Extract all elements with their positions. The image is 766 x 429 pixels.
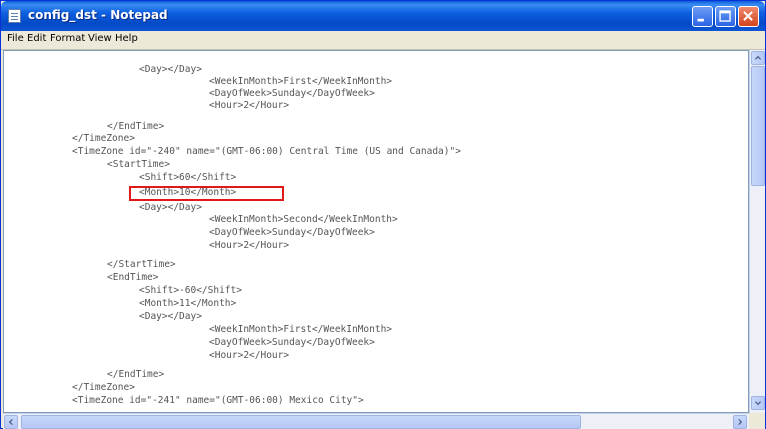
code-line: <Hour>2</Hour> — [209, 240, 290, 251]
code-line: <StartTime> — [107, 159, 170, 170]
vertical-scrollbar[interactable] — [749, 50, 765, 413]
maximize-button[interactable] — [715, 6, 736, 27]
code-line: <WeekInMonth>First</WeekInMonth> — [209, 76, 393, 87]
horizontal-scroll-thumb[interactable] — [21, 415, 581, 429]
code-line: <Hour>2</Hour> — [209, 100, 290, 111]
code-line: <Day></Day> — [139, 64, 202, 75]
code-line: <WeekInMonth>First</WeekInMonth> — [209, 324, 393, 335]
menu-format[interactable]: Format — [50, 33, 85, 44]
minimize-button[interactable] — [692, 6, 713, 27]
code-line: <DayOfWeek>Sunday</DayOfWeek> — [209, 88, 375, 99]
code-line: </EndTime> — [107, 369, 165, 380]
scroll-left-button[interactable] — [4, 415, 18, 429]
scroll-right-button[interactable] — [733, 415, 747, 429]
size-grip[interactable] — [749, 413, 765, 429]
maximize-icon — [719, 10, 731, 22]
code-line: </StartTime> — [107, 259, 176, 270]
code-line: <Hour>2</Hour> — [209, 350, 290, 361]
window-title: config_dst - Notepad — [28, 8, 168, 22]
chevron-down-icon — [754, 401, 762, 406]
chevron-right-icon — [738, 418, 743, 426]
code-line: </TimeZone> — [72, 133, 135, 144]
code-line: <Day></Day> — [139, 311, 202, 322]
scroll-up-button[interactable] — [751, 51, 765, 65]
code-line: <Shift>60</Shift> — [139, 172, 237, 183]
title-bar[interactable]: config_dst - Notepad — [1, 1, 765, 31]
scroll-down-button[interactable] — [751, 396, 765, 410]
code-line: <Shift>-60</Shift> — [139, 285, 242, 296]
menu-bar: File Edit Format View Help — [1, 31, 765, 50]
code-line: </EndTime> — [107, 121, 165, 132]
notepad-icon[interactable] — [8, 9, 21, 23]
code-line: <EndTime> — [107, 272, 159, 283]
menu-file[interactable]: File — [7, 33, 24, 44]
horizontal-scrollbar[interactable] — [3, 413, 749, 429]
close-icon — [743, 11, 753, 21]
code-line: <TimeZone id="-241" name="(GMT-06:00) Me… — [72, 395, 364, 406]
code-line: <Day></Day> — [139, 202, 202, 213]
notepad-window: config_dst - Notepad File Edit Format Vi… — [0, 0, 766, 429]
menu-help[interactable]: Help — [115, 33, 138, 44]
chevron-up-icon — [754, 55, 762, 60]
vertical-scroll-thumb[interactable] — [751, 66, 765, 186]
code-line: <Month>11</Month> — [139, 298, 237, 309]
menu-edit[interactable]: Edit — [27, 33, 46, 44]
close-button[interactable] — [738, 6, 759, 27]
minimize-icon — [697, 18, 704, 22]
code-line: <DayOfWeek>Sunday</DayOfWeek> — [209, 337, 375, 348]
code-line: <TimeZone id="-240" name="(GMT-06:00) Ce… — [72, 146, 461, 157]
code-line: <WeekInMonth>Second</WeekInMonth> — [209, 214, 398, 225]
code-line: </TimeZone> — [72, 382, 135, 393]
menu-view[interactable]: View — [88, 33, 112, 44]
highlight-box — [129, 186, 284, 201]
text-editor[interactable]: <Day></Day> <WeekInMonth>First</WeekInMo… — [3, 50, 749, 413]
chevron-left-icon — [8, 418, 13, 426]
code-line: <DayOfWeek>Sunday</DayOfWeek> — [209, 227, 375, 238]
